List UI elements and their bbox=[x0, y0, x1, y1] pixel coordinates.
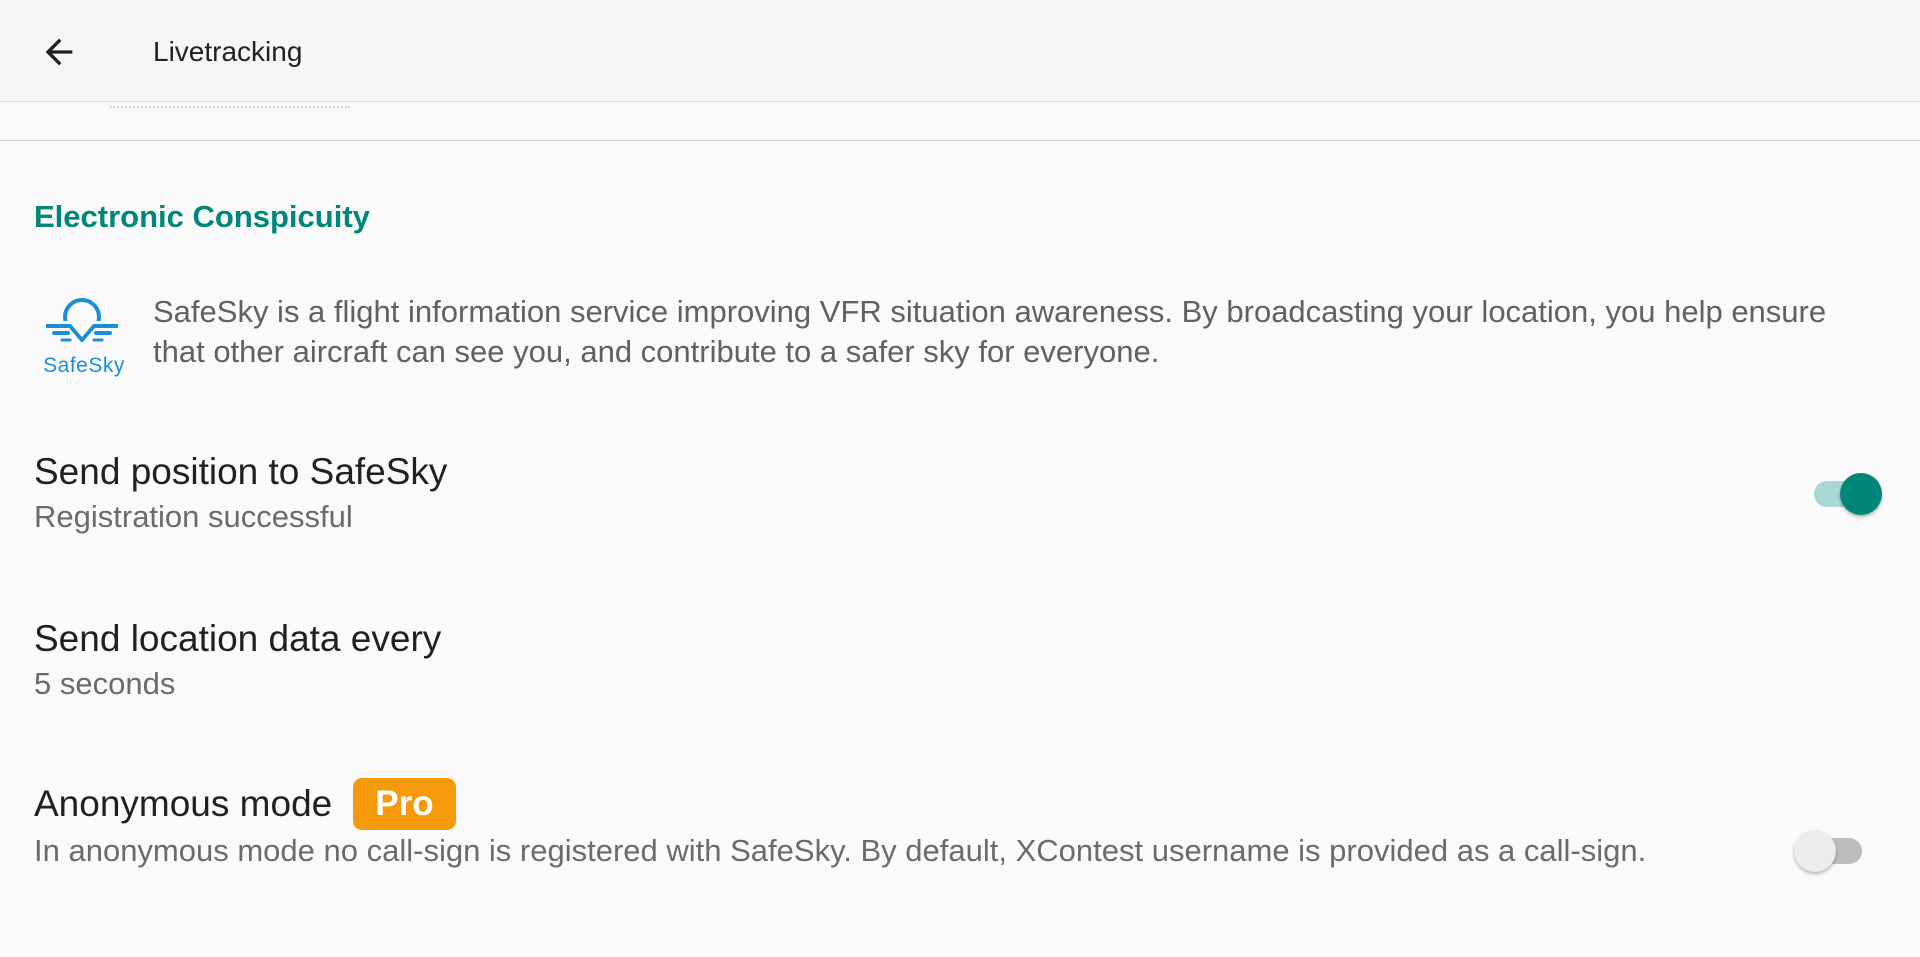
pref-anonymous-mode-title-row: Anonymous mode Pro bbox=[34, 778, 1920, 830]
page-title: Livetracking bbox=[153, 36, 303, 67]
clipped-row-text bbox=[110, 102, 350, 108]
anonymous-mode-switch[interactable] bbox=[1794, 826, 1866, 874]
send-position-switch[interactable] bbox=[1808, 469, 1882, 517]
switch-thumb bbox=[1840, 473, 1882, 515]
back-button[interactable] bbox=[34, 27, 84, 77]
pref-send-position-summary: Registration successful bbox=[34, 499, 353, 534]
switch-thumb bbox=[1794, 830, 1836, 872]
pref-send-interval-summary: 5 seconds bbox=[34, 666, 176, 701]
app-bar: Livetracking bbox=[0, 0, 1920, 102]
pref-send-position-title: Send position to SafeSky bbox=[34, 451, 448, 492]
previous-preference-row[interactable] bbox=[0, 102, 1920, 141]
arrow-left-icon bbox=[45, 38, 73, 66]
pref-anonymous-mode[interactable]: Anonymous mode Pro In anonymous mode no … bbox=[0, 778, 1920, 928]
safesky-logo-text: SafeSky bbox=[43, 354, 125, 377]
pref-send-interval[interactable]: Send location data every 5 seconds bbox=[0, 615, 1920, 725]
pref-anonymous-mode-title: Anonymous mode bbox=[34, 783, 333, 824]
pref-send-position[interactable]: Send position to SafeSky Registration su… bbox=[0, 448, 1920, 558]
pref-send-interval-title: Send location data every bbox=[34, 618, 442, 659]
pref-anonymous-mode-summary: In anonymous mode no call-sign is regist… bbox=[34, 833, 1647, 868]
pro-badge: Pro bbox=[353, 778, 456, 830]
safesky-info: SafeSky SafeSky is a flight information … bbox=[34, 290, 1894, 390]
safesky-description: SafeSky is a flight information service … bbox=[153, 294, 1827, 369]
section-header: Electronic Conspicuity bbox=[34, 199, 370, 234]
